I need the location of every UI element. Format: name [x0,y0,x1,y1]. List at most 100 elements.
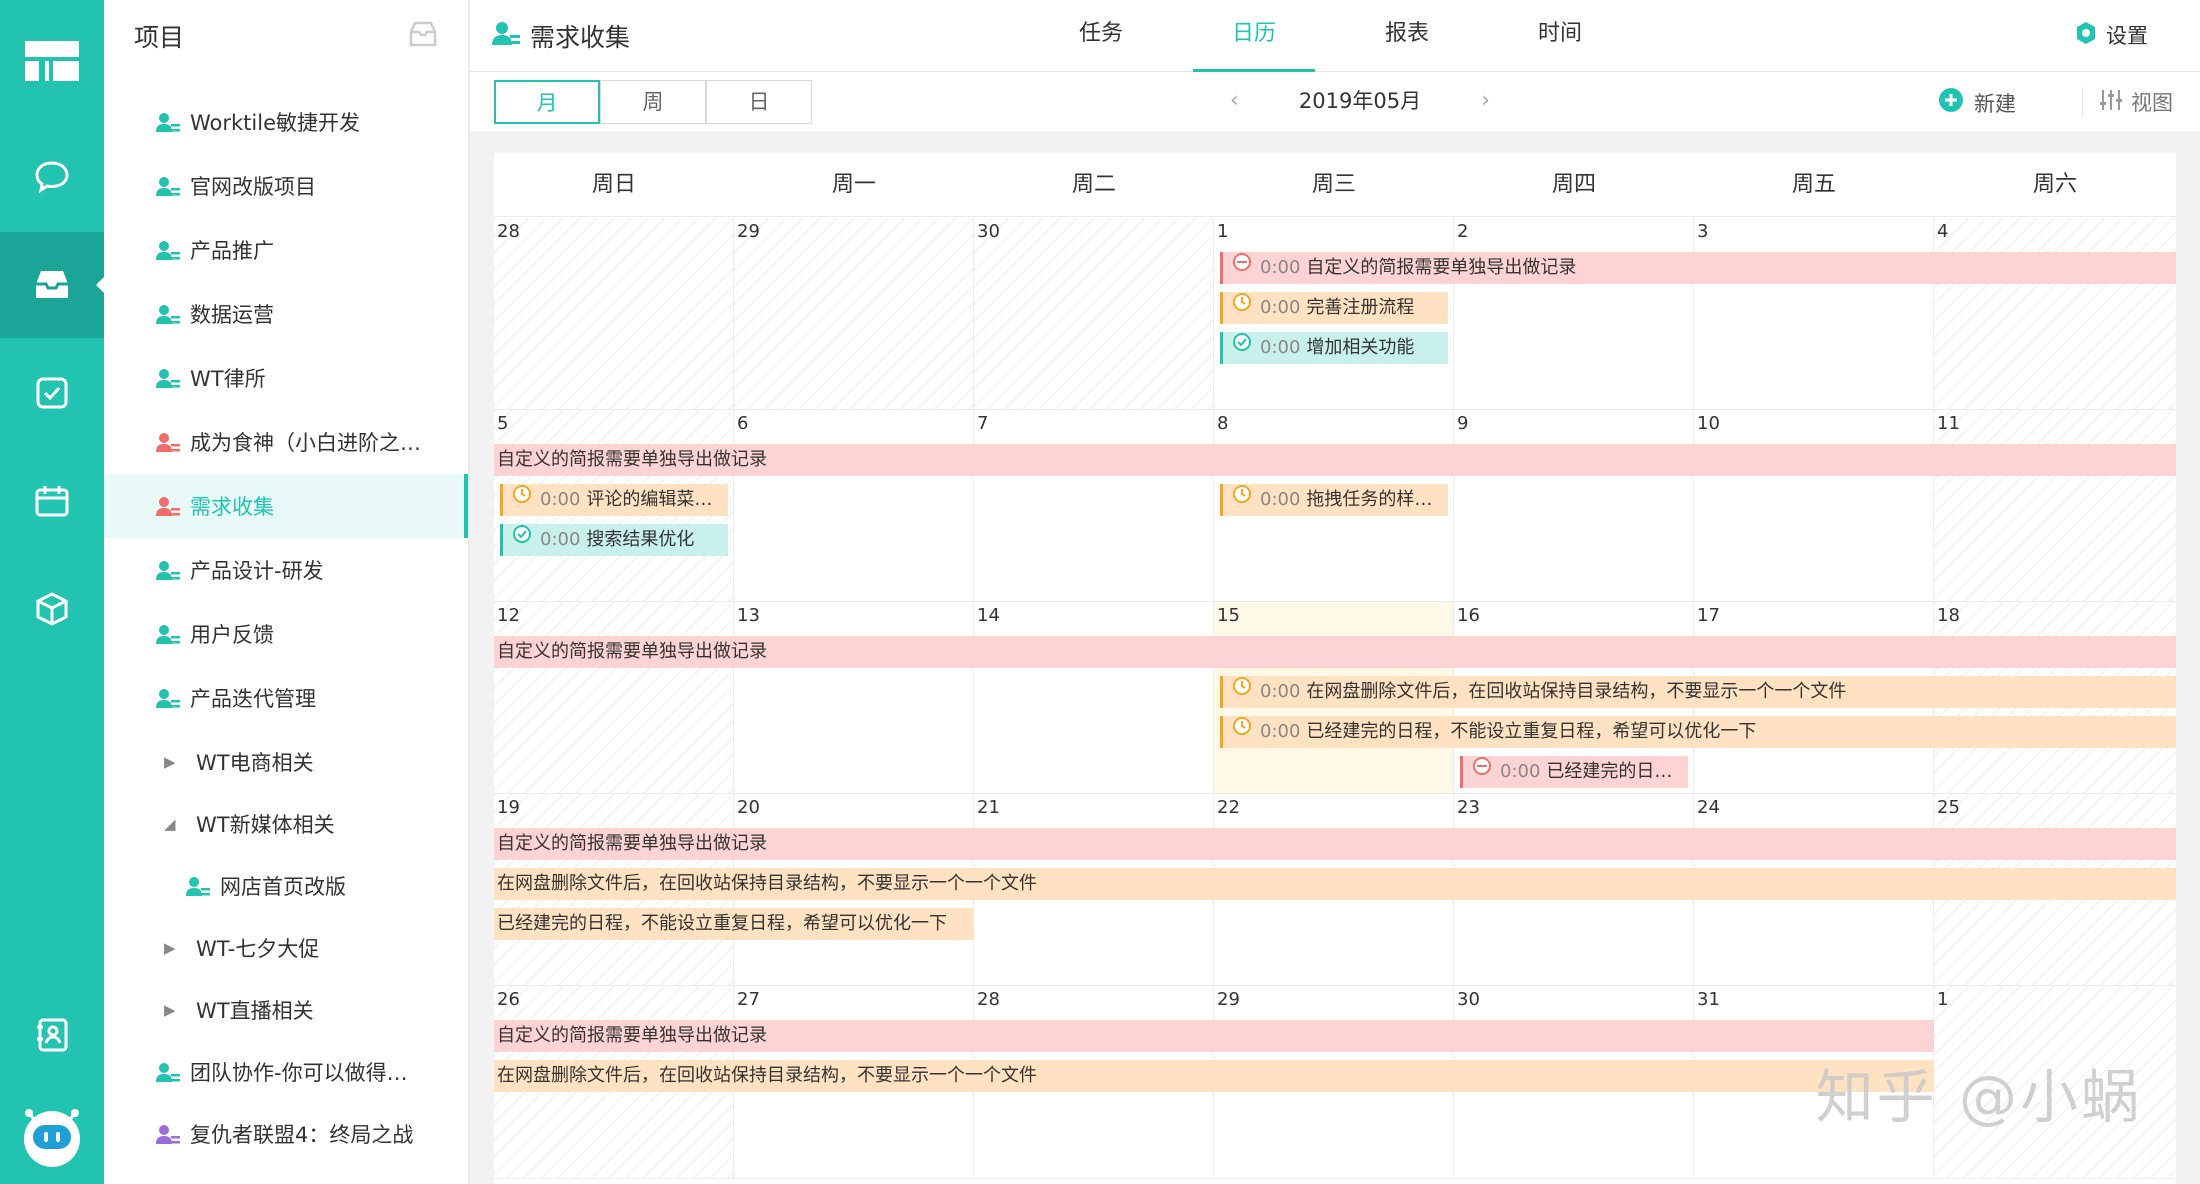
day-cell[interactable]: 13 [734,602,974,793]
chat-icon[interactable] [0,124,104,230]
dashboard-icon[interactable] [0,8,104,114]
sidebar-item-label: 数据运营 [190,303,274,327]
sidebar-item-label: WT-七夕大促 [196,937,320,961]
sidebar-group[interactable]: ▶ WT-七夕大促 [104,916,468,980]
day-cell[interactable]: 3 [1694,218,1934,409]
project-user-icon [156,368,180,388]
day-cell[interactable]: 6 [734,410,974,601]
event-title: 评论的编辑菜… [586,489,713,510]
day-number: 3 [1697,221,1709,242]
calendar-event[interactable]: 在网盘删除文件后，在回收站保持目录结构，不要显示一个一个文件 [494,1060,1934,1092]
calendar-event[interactable]: 0:00 拖拽任务的样… [1220,484,1448,516]
event-time: 0:00 [1260,297,1301,318]
inbox-icon[interactable] [0,232,105,338]
day-number: 1 [1937,989,1949,1010]
sidebar-project[interactable]: 官网改版项目 [104,154,468,218]
sidebar-project[interactable]: 需求收集 [104,474,468,538]
archive-box-icon[interactable] [408,20,438,52]
sidebar-project[interactable]: 用户反馈 [104,602,468,666]
calendar-event[interactable]: 0:00 自定义的简报需要单独导出做记录 [1220,252,2176,284]
caret-right-icon[interactable]: ▶ [164,1001,178,1019]
sidebar-item-label: WT直播相关 [196,999,314,1023]
calendar-event[interactable]: 0:00 完善注册流程 [1220,292,1448,324]
sidebar-project[interactable]: 产品推广 [104,218,468,282]
tab-3[interactable]: 时间 [1499,0,1621,72]
sidebar-project[interactable]: Worktile敏捷开发 [104,90,468,154]
clock-icon [512,484,532,515]
sidebar-project[interactable]: 团队协作-你可以做得… [104,1040,468,1104]
day-cell[interactable]: 10 [1694,410,1934,601]
day-number: 8 [1217,413,1229,434]
sidebar-item-label: 网店首页改版 [220,875,346,899]
sidebar-project[interactable]: 产品迭代管理 [104,666,468,730]
event-title: 自定义的简报需要单独导出做记录 [497,833,767,854]
clock-icon [1232,676,1252,707]
day-cell[interactable]: 9 [1454,410,1694,601]
view-tab-1[interactable]: 周 [600,80,706,124]
weekday-header: 周一 [734,153,974,217]
tab-1[interactable]: 日历 [1193,0,1315,72]
calendar-event[interactable]: 在网盘删除文件后，在回收站保持目录结构，不要显示一个一个文件 [494,868,2176,900]
sidebar-project[interactable]: 成为食神（小白进阶之… [104,410,468,474]
day-cell[interactable]: 2 [1454,218,1694,409]
sidebar-project[interactable]: WT律所 [104,346,468,410]
calendar-event[interactable]: 自定义的简报需要单独导出做记录 [494,1020,1934,1052]
new-button[interactable]: 新建 [1938,87,2016,118]
calendar-event[interactable]: 0:00 已经建完的日程，不能设立重复日程，希望可以优化一下 [1220,716,2176,748]
chevron-left-icon[interactable]: ‹ [1230,88,1239,113]
sidebar-project[interactable]: 数据运营 [104,282,468,346]
calendar-event[interactable]: 0:00 增加相关功能 [1220,332,1448,364]
tab-0[interactable]: 任务 [1040,0,1162,72]
sidebar-project[interactable]: 产品设计-研发 [104,538,468,602]
view-button[interactable]: 视图 [2082,87,2173,117]
calendar-event[interactable]: 已经建完的日程，不能设立重复日程，希望可以优化一下 [494,908,974,940]
event-time: 0:00 [1260,337,1301,358]
day-number: 15 [1217,605,1240,626]
settings-button[interactable]: 设置 [2074,20,2148,50]
day-cell[interactable]: 29 [734,218,974,409]
day-number: 28 [497,221,520,242]
sidebar-group[interactable]: ▶ WT直播相关 [104,978,468,1042]
day-number: 24 [1697,797,1720,818]
caret-right-icon[interactable]: ▶ [164,753,178,771]
tab-2[interactable]: 报表 [1346,0,1468,72]
day-cell[interactable]: 14 [974,602,1214,793]
sidebar-group[interactable]: ▶ WT电商相关 [104,730,468,794]
day-cell[interactable]: 11 [1934,410,2176,601]
day-cell[interactable]: 12 [494,602,734,793]
robot-icon[interactable] [0,1090,104,1180]
contacts-icon[interactable] [0,982,104,1088]
caret-down-icon[interactable]: ◢ [164,815,178,833]
calendar-event[interactable]: 0:00 评论的编辑菜… [500,484,728,516]
calendar-event[interactable]: 0:00 在网盘删除文件后，在回收站保持目录结构，不要显示一个一个文件 [1220,676,2176,708]
day-number: 30 [977,221,1000,242]
caret-right-icon[interactable]: ▶ [164,939,178,957]
chevron-right-icon[interactable]: › [1481,88,1490,113]
weekday-header: 周五 [1694,153,1934,217]
check-circle-icon [512,524,532,555]
task-check-icon[interactable] [0,340,104,446]
day-cell[interactable]: 30 [974,218,1214,409]
day-cell[interactable]: 28 [494,218,734,409]
calendar-event[interactable]: 自定义的简报需要单独导出做记录 [494,828,2176,860]
calendar-event[interactable]: 0:00 搜索结果优化 [500,524,728,556]
view-tab-2[interactable]: 日 [706,80,812,124]
day-number: 19 [497,797,520,818]
event-title: 自定义的简报需要单独导出做记录 [497,1025,767,1046]
calendar-event[interactable]: 自定义的简报需要单独导出做记录 [494,444,2176,476]
day-cell[interactable]: 7 [974,410,1214,601]
plus-circle-icon [1938,87,1964,118]
calendar-icon[interactable] [0,448,104,554]
calendar-event[interactable]: 自定义的简报需要单独导出做记录 [494,636,2176,668]
package-icon[interactable] [0,556,104,662]
view-tab-0[interactable]: 月 [494,80,600,124]
event-title: 自定义的简报需要单独导出做记录 [497,641,767,662]
day-cell[interactable]: 4 [1934,218,2176,409]
sidebar-group[interactable]: ◢ WT新媒体相关 [104,792,468,856]
calendar-event[interactable]: 0:00 已经建完的日… [1460,756,1688,788]
top-header: 需求收集 任务 日历 报表 时间 设置 [470,0,2200,72]
sidebar-project[interactable]: 网店首页改版 [104,854,468,918]
sidebar-item-label: 成为食神（小白进阶之… [190,431,421,455]
day-number: 17 [1697,605,1720,626]
sidebar-project[interactable]: 复仇者联盟4：终局之战 [104,1102,468,1166]
